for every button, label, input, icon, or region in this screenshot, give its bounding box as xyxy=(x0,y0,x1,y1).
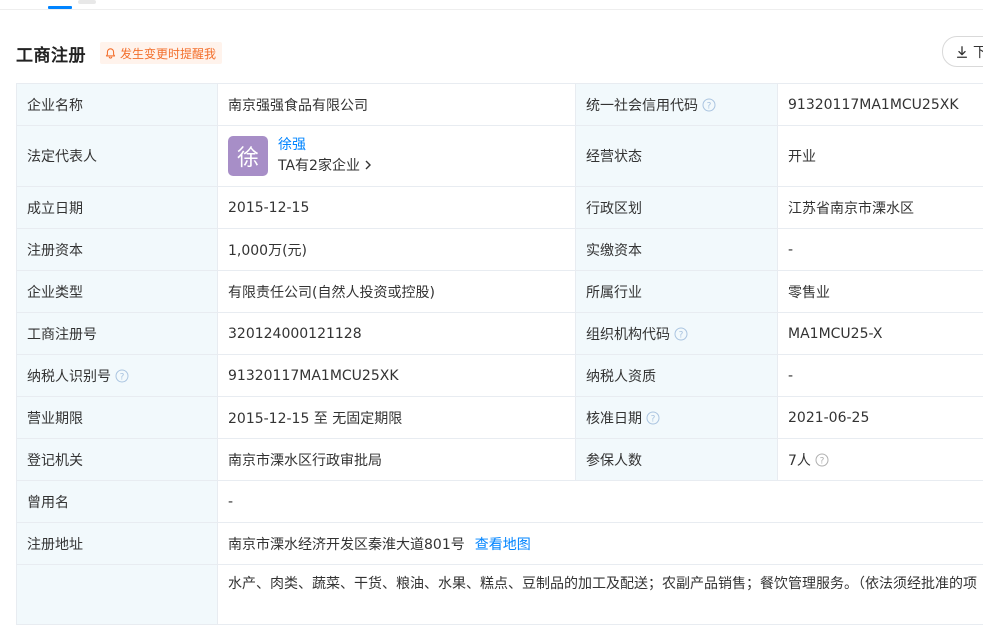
scope-label xyxy=(17,565,218,625)
approval-date-label: 核准日期 xyxy=(586,411,642,427)
registration-table: 企业名称 南京强强食品有限公司 统一社会信用代码? 91320117MA1MCU… xyxy=(16,83,983,625)
industry-label: 所属行业 xyxy=(576,271,778,313)
former-name-label: 曾用名 xyxy=(17,481,218,523)
view-map-link[interactable]: 查看地图 xyxy=(475,537,531,553)
reg-capital-label: 注册资本 xyxy=(17,229,218,271)
reg-number-value: 320124000121128 xyxy=(218,313,576,355)
address-label: 注册地址 xyxy=(17,523,218,565)
org-code-value: MA1MCU25-X xyxy=(778,313,983,355)
taxpayer-qual-label: 纳税人资质 xyxy=(576,355,778,397)
table-row: 注册地址 南京市溧水经济开发区秦淮大道801号查看地图 xyxy=(17,523,983,565)
credit-code-label-cell: 统一社会信用代码? xyxy=(576,84,778,126)
section-title: 工商注册 xyxy=(16,41,86,66)
taxpayer-id-value: 91320117MA1MCU25XK xyxy=(218,355,576,397)
table-row: 注册资本 1,000万(元) 实缴资本 - xyxy=(17,229,983,271)
help-icon[interactable]: ? xyxy=(115,369,129,383)
company-name-label: 企业名称 xyxy=(17,84,218,126)
remind-label: 发生变更时提醒我 xyxy=(120,45,216,62)
credit-code-value: 91320117MA1MCU25XK xyxy=(778,84,983,126)
top-tab-bar xyxy=(0,0,983,10)
approval-date-value: 2021-06-25 xyxy=(778,397,983,439)
svg-text:?: ? xyxy=(120,372,125,382)
change-remind-button[interactable]: 发生变更时提醒我 xyxy=(100,42,222,64)
table-row: 纳税人识别号? 91320117MA1MCU25XK 纳税人资质 - xyxy=(17,355,983,397)
table-row: 企业名称 南京强强食品有限公司 统一社会信用代码? 91320117MA1MCU… xyxy=(17,84,983,126)
bell-icon xyxy=(104,47,117,60)
table-row: 企业类型 有限责任公司(自然人投资或控股) 所属行业 零售业 xyxy=(17,271,983,313)
found-date-value: 2015-12-15 xyxy=(218,187,576,229)
chevron-right-icon xyxy=(364,160,372,170)
business-term-value: 2015-12-15 至 无固定期限 xyxy=(218,397,576,439)
taxpayer-id-label: 纳税人识别号 xyxy=(27,369,111,385)
insured-label: 参保人数 xyxy=(576,439,778,481)
legal-rep-name-link[interactable]: 徐强 xyxy=(278,135,372,155)
credit-code-label: 统一社会信用代码 xyxy=(586,98,698,114)
reg-number-label: 工商注册号 xyxy=(17,313,218,355)
status-value: 开业 xyxy=(778,126,983,187)
taxpayer-qual-value: - xyxy=(778,355,983,397)
address-cell: 南京市溧水经济开发区秦淮大道801号查看地图 xyxy=(218,523,983,565)
tab-fragment[interactable] xyxy=(78,0,96,4)
table-row: 登记机关 南京市溧水区行政审批局 参保人数 7人? xyxy=(17,439,983,481)
svg-text:?: ? xyxy=(820,456,825,466)
scope-cell: 水产、肉类、蔬菜、干货、粮油、水果、糕点、豆制品的加工及配送；农副产品销售；餐饮… xyxy=(218,565,983,625)
org-code-label: 组织机构代码 xyxy=(586,327,670,343)
svg-text:?: ? xyxy=(651,414,656,424)
address-value: 南京市溧水经济开发区秦淮大道801号 xyxy=(228,537,465,553)
table-row: 工商注册号 320124000121128 组织机构代码? MA1MCU25-X xyxy=(17,313,983,355)
download-button[interactable]: 下 xyxy=(942,36,983,67)
help-icon[interactable]: ? xyxy=(674,327,688,341)
help-icon[interactable]: ? xyxy=(815,453,829,467)
table-row: 曾用名 - xyxy=(17,481,983,523)
legal-rep-label: 法定代表人 xyxy=(17,126,218,187)
status-label: 经营状态 xyxy=(576,126,778,187)
region-label: 行政区划 xyxy=(576,187,778,229)
svg-text:?: ? xyxy=(707,101,712,111)
reg-capital-value: 1,000万(元) xyxy=(218,229,576,271)
paid-capital-label: 实缴资本 xyxy=(576,229,778,271)
approval-date-label-cell: 核准日期? xyxy=(576,397,778,439)
help-icon[interactable]: ? xyxy=(702,98,716,112)
download-label: 下 xyxy=(973,42,983,62)
taxpayer-id-label-cell: 纳税人识别号? xyxy=(17,355,218,397)
insured-value-cell: 7人? xyxy=(778,439,983,481)
table-row: 营业期限 2015-12-15 至 无固定期限 核准日期? 2021-06-25 xyxy=(17,397,983,439)
authority-label: 登记机关 xyxy=(17,439,218,481)
business-term-label: 营业期限 xyxy=(17,397,218,439)
org-code-label-cell: 组织机构代码? xyxy=(576,313,778,355)
svg-text:?: ? xyxy=(679,330,684,340)
company-type-value: 有限责任公司(自然人投资或控股) xyxy=(218,271,576,313)
download-icon xyxy=(955,45,969,59)
former-name-value: - xyxy=(218,481,983,523)
legal-rep-person: 徐 徐强 TA有2家企业 xyxy=(228,135,565,177)
related-companies-link[interactable]: TA有2家企业 xyxy=(278,155,372,177)
related-companies-text: TA有2家企业 xyxy=(278,158,360,174)
avatar[interactable]: 徐 xyxy=(228,136,268,176)
authority-value: 南京市溧水区行政审批局 xyxy=(218,439,576,481)
table-row: 成立日期 2015-12-15 行政区划 江苏省南京市溧水区 xyxy=(17,187,983,229)
found-date-label: 成立日期 xyxy=(17,187,218,229)
scope-value: 水产、肉类、蔬菜、干货、粮油、水果、糕点、豆制品的加工及配送；农副产品销售；餐饮… xyxy=(228,576,977,592)
legal-rep-cell: 徐 徐强 TA有2家企业 xyxy=(218,126,576,187)
legal-rep-info: 徐强 TA有2家企业 xyxy=(278,135,372,177)
industry-value: 零售业 xyxy=(778,271,983,313)
company-type-label: 企业类型 xyxy=(17,271,218,313)
region-value: 江苏省南京市溧水区 xyxy=(778,187,983,229)
help-icon[interactable]: ? xyxy=(646,411,660,425)
table-row: 法定代表人 徐 徐强 TA有2家企业 经营状态 开业 xyxy=(17,126,983,187)
active-tab-indicator[interactable] xyxy=(48,6,72,9)
paid-capital-value: - xyxy=(778,229,983,271)
section-header: 工商注册 发生变更时提醒我 xyxy=(16,40,222,66)
company-name-value: 南京强强食品有限公司 xyxy=(218,84,576,126)
insured-value: 7人 xyxy=(788,453,811,469)
table-row: 水产、肉类、蔬菜、干货、粮油、水果、糕点、豆制品的加工及配送；农副产品销售；餐饮… xyxy=(17,565,983,625)
